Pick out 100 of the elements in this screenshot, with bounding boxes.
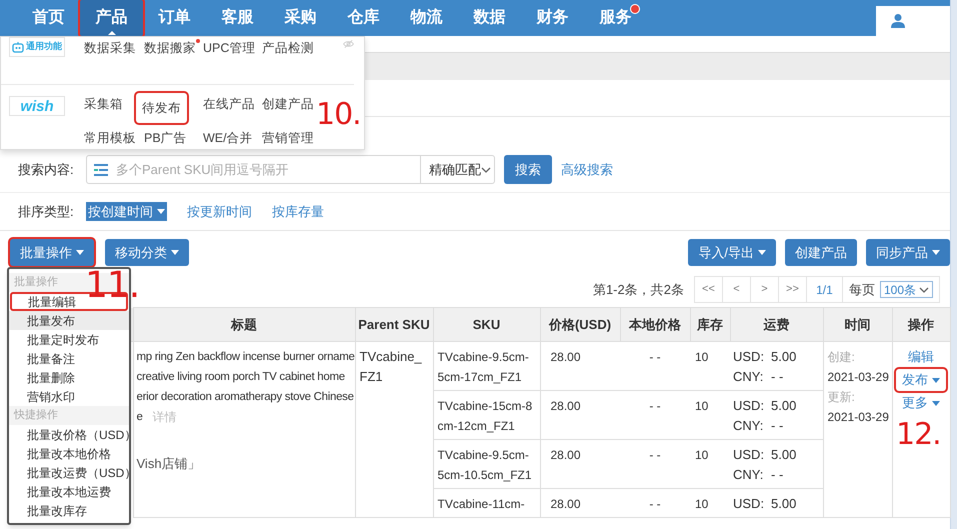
title-text: erior decoration aromatherapy stove Chinese: [136, 390, 354, 405]
menu-item[interactable]: 采集箱: [84, 93, 123, 115]
nav-tab[interactable]: 物流: [395, 0, 458, 36]
menu-section-header: 快捷操作: [9, 406, 129, 425]
menu-item[interactable]: 产品检测: [262, 37, 314, 59]
user-icon: [890, 13, 906, 29]
match-select[interactable]: 精确匹配: [421, 155, 495, 184]
toolbar-button[interactable]: 批量操作: [10, 239, 94, 266]
scrollbar[interactable]: [950, 0, 957, 529]
sku-cell-text: TVcabine-11cm-: [438, 496, 526, 513]
currency-label: CNY:: [733, 417, 764, 435]
platform-logo: 通用功能: [9, 37, 65, 57]
sort-label: 排序类型:: [17, 202, 75, 221]
menu-item[interactable]: 批量改库存: [9, 501, 129, 520]
menu-item[interactable]: 在线产品: [203, 93, 255, 115]
step-number: 12.: [896, 420, 941, 450]
sku-cell-text: TVcabine-9.5cm-5cm-17cm_FZ1: [438, 349, 530, 386]
shipping-amount: 5.00: [771, 446, 796, 464]
page-button[interactable]: >: [750, 277, 779, 302]
menu-item[interactable]: 批量发布: [9, 311, 129, 330]
toolbar-button[interactable]: 同步产品: [866, 239, 950, 266]
price-cell: 28.00: [550, 448, 581, 462]
platform-logo: wish: [9, 96, 65, 116]
menu-item[interactable]: 批量改运费（USD）: [9, 463, 129, 482]
created-date: 2021-03-29: [828, 369, 890, 386]
currency-label: USD:: [733, 495, 766, 513]
action-link[interactable]: 更多: [896, 393, 946, 413]
nav-tab[interactable]: 产品: [80, 0, 143, 36]
column-header: 操作: [892, 308, 950, 342]
menu-item[interactable]: 数据搬家: [144, 37, 196, 59]
sort-option[interactable]: 按创建时间: [86, 202, 167, 222]
menu-item[interactable]: 批量删除: [9, 368, 129, 387]
menu-item[interactable]: 营销水印: [9, 387, 129, 406]
nav-tab[interactable]: 首页: [17, 0, 80, 36]
page-button[interactable]: <: [722, 277, 751, 302]
currency-label: USD:: [733, 446, 766, 464]
menu-item[interactable]: WE/合并: [203, 127, 253, 149]
nav-tab[interactable]: 仓库: [332, 0, 395, 36]
sku-cell-text: TVcabine-15cm-8cm-12cm_FZ1: [438, 398, 534, 435]
search-field[interactable]: 多个Parent SKU间用逗号隔开: [86, 155, 421, 184]
shipping-amount: - -: [771, 368, 784, 386]
menu-item[interactable]: 数据采集: [84, 37, 136, 59]
menu-item[interactable]: 创建产品: [262, 93, 314, 115]
menu-item[interactable]: 批量备注: [9, 349, 129, 368]
column-header: 时间: [823, 308, 892, 342]
price-cell: 28.00: [550, 350, 581, 364]
nav-tab[interactable]: 订单: [143, 0, 206, 36]
menu-item[interactable]: 常用模板: [84, 127, 136, 149]
advanced-search-link[interactable]: 高级搜索: [561, 160, 613, 180]
step-number: 10.: [316, 100, 361, 130]
menu-item[interactable]: 待发布: [136, 93, 187, 123]
toolbar-button[interactable]: 移动分类: [105, 239, 189, 266]
sku-cell-text: TVcabine-9.5cm-5cm-10.5cm_FZ1: [438, 447, 533, 484]
search-button[interactable]: 搜索: [504, 155, 552, 184]
menu-item[interactable]: UPC管理: [203, 37, 256, 59]
menu-item[interactable]: 批量改本地运费: [9, 482, 129, 501]
menu-item[interactable]: 批量定时发布: [9, 330, 129, 349]
shipping-amount: - -: [771, 466, 784, 484]
toolbar-button[interactable]: 导入/导出: [688, 239, 776, 266]
page-button[interactable]: <<: [694, 277, 723, 302]
action-link[interactable]: 编辑: [902, 347, 940, 367]
created-label: 创建:: [828, 349, 856, 366]
nav-tab[interactable]: 服务: [584, 0, 647, 36]
action-link[interactable]: 发布: [896, 369, 946, 391]
column-header: 标题: [133, 308, 355, 342]
column-header: 价格(USD): [540, 308, 620, 342]
nav-tab[interactable]: 财务: [521, 0, 584, 36]
sort-option[interactable]: 按更新时间: [187, 202, 252, 222]
column-header: 本地价格: [620, 308, 690, 342]
user-menu[interactable]: [876, 6, 950, 36]
nav-tab[interactable]: 数据: [458, 0, 521, 36]
nav-tab[interactable]: 采购: [269, 0, 332, 36]
toolbar-button[interactable]: 创建产品: [785, 239, 857, 266]
shipping-amount: - -: [771, 417, 784, 435]
stock-cell: 10: [695, 448, 708, 462]
local-price-cell: - -: [649, 350, 661, 364]
nav-tab[interactable]: 客服: [206, 0, 269, 36]
menu-item[interactable]: 批量改本地价格: [9, 444, 129, 463]
local-price-cell: - -: [649, 399, 661, 413]
sort-option[interactable]: 按库存量: [272, 202, 324, 222]
menu-item[interactable]: 批量改价格（USD）: [9, 425, 129, 444]
title-text: mp ring Zen backflow incense burner orname: [136, 350, 355, 365]
updated-label: 更新:: [828, 389, 856, 406]
menu-item[interactable]: 营销管理: [262, 127, 314, 149]
shipping-amount: 5.00: [771, 397, 796, 415]
column-header: 库存: [690, 308, 730, 342]
caret-icon: [932, 378, 940, 382]
shipping-amount: 5.00: [771, 348, 796, 366]
price-cell: 28.00: [550, 399, 581, 413]
currency-label: CNY:: [733, 368, 764, 386]
hidden-eye-icon[interactable]: [343, 37, 354, 51]
caret-icon: [76, 250, 84, 255]
local-price-cell: - -: [649, 448, 661, 462]
currency-label: CNY:: [733, 466, 764, 484]
column-header: SKU: [433, 308, 540, 342]
page-button[interactable]: >>: [778, 277, 807, 302]
stock-cell: 10: [695, 399, 708, 413]
page-indicator: 1/1: [806, 277, 843, 302]
per-page-select[interactable]: 100条: [880, 281, 933, 298]
menu-item[interactable]: PB广告: [144, 127, 187, 149]
